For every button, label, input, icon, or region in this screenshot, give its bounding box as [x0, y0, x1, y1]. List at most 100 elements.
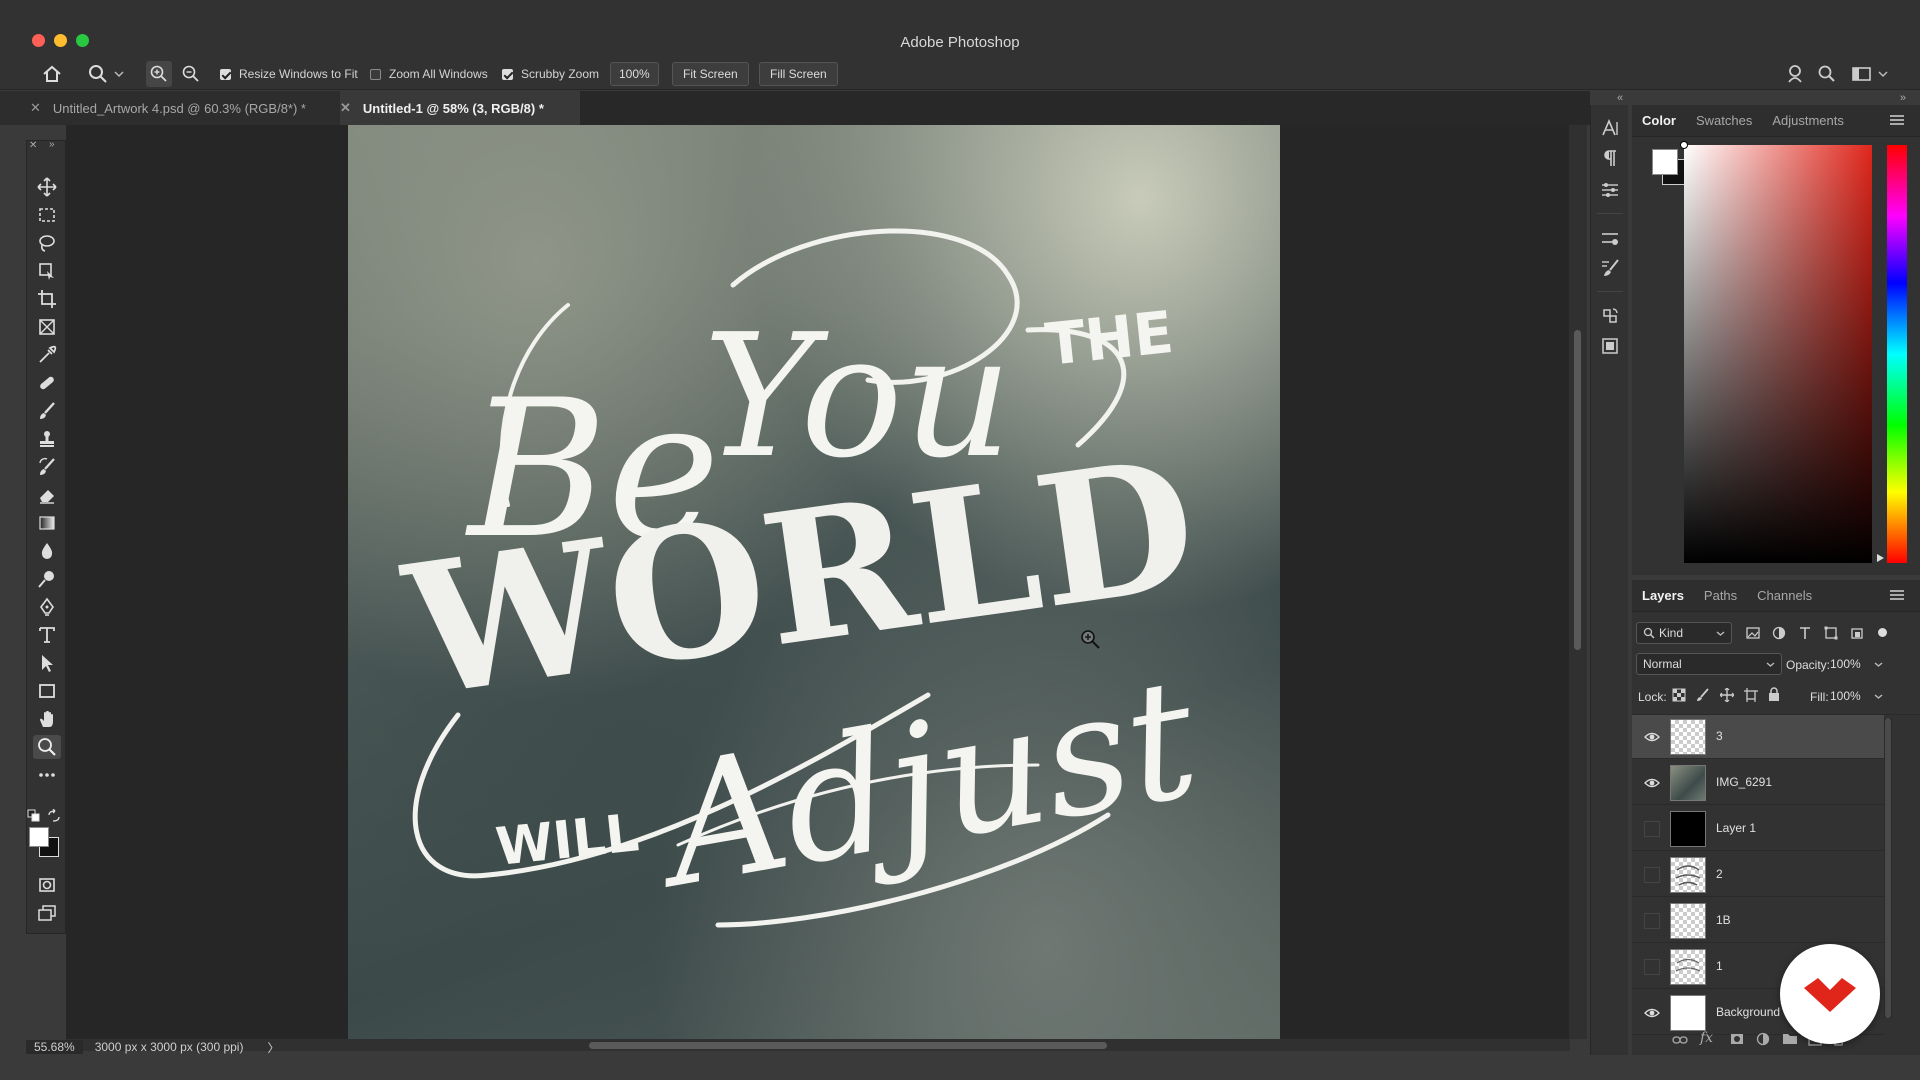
home-button[interactable]	[42, 58, 62, 90]
tab-swatches[interactable]: Swatches	[1686, 113, 1762, 128]
zoom-tool-preset[interactable]	[88, 58, 124, 90]
eraser-tool[interactable]	[33, 483, 61, 507]
eye-icon[interactable]	[1644, 729, 1660, 745]
layer-filter-select[interactable]: Kind	[1636, 622, 1732, 644]
color-picker-handle[interactable]	[1680, 141, 1688, 149]
color-panel-menu-icon[interactable]	[1890, 115, 1904, 125]
expand-toolbar-icon[interactable]: »	[49, 139, 55, 150]
tab-untitled-1[interactable]: ✕ Untitled-1 @ 58% (3, RGB/8) *	[340, 91, 580, 125]
hand-tool[interactable]	[33, 707, 61, 731]
color-saturation-field[interactable]	[1684, 145, 1872, 563]
pen-tool[interactable]	[33, 595, 61, 619]
fill-chevron-icon[interactable]	[1874, 693, 1883, 700]
fit-screen-button[interactable]: Fit Screen	[672, 62, 749, 86]
zoom-all-windows-check[interactable]	[370, 68, 381, 80]
document-canvas[interactable]: Be You THE WORLD WILL Adjust	[348, 125, 1280, 1039]
zoom-in-button[interactable]	[146, 61, 172, 87]
collapse-panels-icon[interactable]: »	[1900, 92, 1906, 104]
fill-field[interactable]: 100%	[1830, 686, 1866, 706]
blur-tool[interactable]	[33, 539, 61, 563]
quick-mask-button[interactable]	[33, 873, 61, 897]
layer-list-scroll-thumb[interactable]	[1885, 718, 1891, 1018]
brush-tool[interactable]	[33, 399, 61, 423]
object-selection-tool[interactable]	[33, 259, 61, 283]
lasso-tool[interactable]	[33, 231, 61, 255]
scrubby-zoom-checkbox[interactable]: Scrubby Zoom	[502, 58, 599, 90]
move-tool[interactable]	[33, 175, 61, 199]
glyphs-panel-button[interactable]	[1599, 179, 1621, 201]
healing-brush-tool[interactable]	[33, 371, 61, 395]
frame-tool[interactable]	[33, 315, 61, 339]
close-toolbar-icon[interactable]: ✕	[29, 140, 37, 151]
history-panel-button[interactable]	[1599, 335, 1621, 357]
add-mask-icon[interactable]	[1730, 1032, 1744, 1046]
hue-slider-marker-icon[interactable]	[1876, 553, 1886, 563]
lock-all-icon[interactable]	[1768, 687, 1780, 702]
edit-toolbar-button[interactable]	[33, 763, 61, 787]
zoom-all-windows-checkbox[interactable]: Zoom All Windows	[370, 58, 488, 90]
visibility-toggle[interactable]	[1644, 867, 1660, 883]
layer-row-layer-1[interactable]: Layer 1	[1632, 807, 1884, 851]
eye-icon[interactable]	[1644, 775, 1660, 791]
tab-color[interactable]: Color	[1632, 113, 1686, 128]
screen-mode-button[interactable]	[33, 901, 61, 925]
visibility-toggle[interactable]	[1644, 821, 1660, 837]
layer-row-2[interactable]: 2	[1632, 853, 1884, 897]
tab-untitled-artwork[interactable]: ✕ Untitled_Artwork 4.psd @ 60.3% (RGB/8*…	[0, 91, 340, 125]
lock-image-pixels-icon[interactable]	[1696, 688, 1710, 702]
character-panel-button[interactable]	[1599, 117, 1621, 139]
opacity-chevron-icon[interactable]	[1874, 661, 1883, 668]
workspace-button[interactable]	[1852, 58, 1888, 90]
opacity-field[interactable]: 100%	[1830, 654, 1866, 674]
layer-effects-icon[interactable]: fx	[1700, 1030, 1713, 1046]
blend-mode-select[interactable]: Normal	[1636, 653, 1782, 675]
paragraph-panel-button[interactable]	[1599, 147, 1621, 169]
layer-row-3[interactable]: 3	[1632, 715, 1884, 759]
lock-transparent-pixels-icon[interactable]	[1672, 688, 1686, 702]
clone-stamp-tool[interactable]	[33, 427, 61, 451]
dodge-tool[interactable]	[33, 567, 61, 591]
zoom-tool[interactable]	[33, 735, 61, 759]
filter-toggle-icon[interactable]	[1878, 628, 1887, 637]
foreground-color-swatch[interactable]	[29, 827, 49, 847]
tab-paths[interactable]: Paths	[1694, 588, 1747, 603]
filter-shape-icon[interactable]	[1824, 626, 1838, 640]
resize-windows-check[interactable]	[220, 68, 231, 80]
filter-smart-object-icon[interactable]	[1850, 626, 1864, 640]
marquee-tool[interactable]	[33, 203, 61, 227]
tab-channels[interactable]: Channels	[1747, 588, 1822, 603]
share-button[interactable]	[1786, 58, 1806, 90]
scrubby-zoom-check[interactable]	[502, 68, 513, 80]
zoom-out-button[interactable]	[182, 58, 200, 90]
layer-list-scrollbar[interactable]	[1884, 718, 1892, 1018]
collapse-strip-icon[interactable]: «	[1617, 92, 1623, 104]
status-menu-arrow[interactable]: 〉	[267, 1039, 279, 1056]
brush-settings-button[interactable]	[1599, 227, 1621, 249]
crop-tool[interactable]	[33, 287, 61, 311]
vertical-scrollbar[interactable]	[1569, 125, 1587, 1039]
gradient-tool[interactable]	[33, 511, 61, 535]
rectangle-tool[interactable]	[33, 679, 61, 703]
close-tab-icon[interactable]: ✕	[30, 100, 41, 116]
path-selection-tool[interactable]	[33, 651, 61, 675]
layer-row-img-6291[interactable]: IMG_6291	[1632, 761, 1884, 805]
fill-screen-button[interactable]: Fill Screen	[759, 62, 838, 86]
lock-position-icon[interactable]	[1720, 688, 1734, 702]
clone-source-button[interactable]	[1599, 305, 1621, 327]
vertical-scroll-thumb[interactable]	[1574, 330, 1581, 650]
filter-adjustment-icon[interactable]	[1772, 626, 1786, 640]
default-colors-button[interactable]	[27, 809, 41, 823]
zoom-percent-button[interactable]: 100%	[610, 62, 659, 86]
visibility-toggle[interactable]	[1644, 959, 1660, 975]
history-brush-tool[interactable]	[33, 455, 61, 479]
foreground-color-chip[interactable]	[1652, 149, 1678, 175]
link-layers-icon[interactable]	[1672, 1034, 1688, 1046]
eye-icon[interactable]	[1644, 1005, 1660, 1021]
lock-artboard-icon[interactable]	[1744, 688, 1758, 702]
layer-row-1b[interactable]: 1B	[1632, 899, 1884, 943]
visibility-toggle[interactable]	[1644, 913, 1660, 929]
resize-windows-checkbox[interactable]: Resize Windows to Fit	[220, 58, 358, 90]
tab-layers[interactable]: Layers	[1632, 588, 1694, 603]
type-tool[interactable]	[33, 623, 61, 647]
adjustment-layer-icon[interactable]	[1756, 1032, 1770, 1046]
